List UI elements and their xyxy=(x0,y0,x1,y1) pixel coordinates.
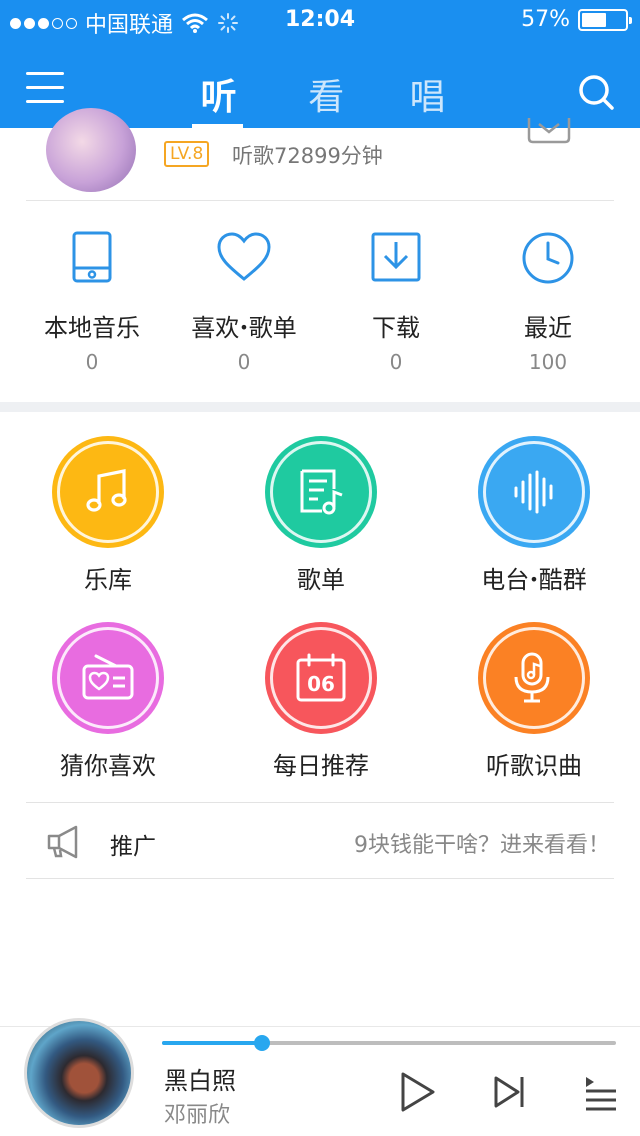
guess-you-like-label: 猜你喜欢 xyxy=(60,752,156,780)
play-icon[interactable] xyxy=(398,1071,438,1113)
megaphone-icon xyxy=(47,825,78,859)
battery-fill xyxy=(582,12,606,27)
tab-watch[interactable]: 看 xyxy=(277,56,375,128)
guess-badge xyxy=(52,622,164,734)
profile-row[interactable]: LV.8 听歌72899分钟 xyxy=(0,108,640,202)
playlist-label: 歌单 xyxy=(297,566,345,594)
local-music-count: 0 xyxy=(85,350,99,374)
playlist-queue-icon[interactable] xyxy=(580,1071,620,1113)
library-badge xyxy=(52,436,164,548)
search-icon[interactable] xyxy=(576,72,616,112)
next-track-icon[interactable] xyxy=(490,1071,530,1113)
heart-icon xyxy=(217,232,271,281)
feature-song-recognition[interactable]: 听歌识曲 xyxy=(426,598,638,784)
clock-icon xyxy=(522,232,574,284)
recognition-badge xyxy=(478,622,590,734)
status-bar: 中国联通 12:04 57% xyxy=(0,0,640,40)
downloads-count: 0 xyxy=(389,350,403,374)
download-icon xyxy=(371,232,421,282)
feature-grid: 乐库 歌单 电台•酷群 猜你喜欢 06 每日推荐 听歌识曲 xyxy=(0,412,640,802)
battery-icon xyxy=(578,8,632,31)
menu-button[interactable] xyxy=(26,72,64,106)
song-recognition-label: 听歌识曲 xyxy=(486,752,582,780)
radio-group-badge xyxy=(478,436,590,548)
daily-badge: 06 xyxy=(265,622,377,734)
feature-daily-picks[interactable]: 06 每日推荐 xyxy=(213,598,425,784)
song-title: 黑白照 xyxy=(164,1067,236,1095)
feature-playlist[interactable]: 歌单 xyxy=(213,412,425,598)
level-badge: LV.8 xyxy=(164,141,210,167)
tab-bar: 听 看 唱 xyxy=(160,56,480,128)
favorites-item[interactable]: 喜欢•歌单 0 xyxy=(168,202,320,402)
tab-sing[interactable]: 唱 xyxy=(375,56,480,128)
mini-player: 黑白照 邓丽欣 xyxy=(0,1018,640,1136)
feature-radio-group[interactable]: 电台•酷群 xyxy=(426,412,638,598)
playlist-badge xyxy=(265,436,377,548)
menu-icon xyxy=(26,72,64,75)
user-avatar[interactable] xyxy=(46,108,136,192)
local-music-label: 本地音乐 xyxy=(44,314,140,342)
section-separator xyxy=(0,402,640,412)
daily-picks-label: 每日推荐 xyxy=(273,752,369,780)
downloads-label: 下载 xyxy=(372,314,420,342)
recent-item[interactable]: 最近 100 xyxy=(472,202,624,402)
radio-group-label: 电台•酷群 xyxy=(481,566,587,594)
progress-bar[interactable] xyxy=(162,1035,616,1051)
listen-time: 听歌72899分钟 xyxy=(232,144,383,168)
quick-access: 本地音乐 0 喜欢•歌单 0 下载 0 最近 100 xyxy=(0,202,640,402)
recent-label: 最近 xyxy=(524,314,572,342)
recent-count: 100 xyxy=(528,350,568,374)
progress-handle[interactable] xyxy=(253,1035,270,1051)
album-cover[interactable] xyxy=(24,1018,134,1128)
local-music-item[interactable]: 本地音乐 0 xyxy=(16,202,168,402)
favorites-count: 0 xyxy=(237,350,251,374)
artist-name: 邓丽欣 xyxy=(164,1103,231,1128)
promo-text: 9块钱能干啥？进来看看！ xyxy=(354,833,610,858)
favorites-label: 喜欢•歌单 xyxy=(191,314,297,342)
phone-icon xyxy=(72,231,112,283)
library-label: 乐库 xyxy=(84,566,132,594)
promo-title: 推广 xyxy=(110,834,156,860)
battery-percent: 57% xyxy=(521,7,570,32)
progress-fill xyxy=(162,1041,262,1045)
profile-divider xyxy=(26,200,614,201)
downloads-item[interactable]: 下载 0 xyxy=(320,202,472,402)
tab-listen[interactable]: 听 xyxy=(160,56,277,128)
feature-library[interactable]: 乐库 xyxy=(0,412,212,598)
message-icon[interactable] xyxy=(527,118,571,144)
promo-row[interactable]: 推广 9块钱能干啥？进来看看！ xyxy=(26,802,614,879)
status-right: 57% xyxy=(521,7,632,32)
feature-guess-you-like[interactable]: 猜你喜欢 xyxy=(0,598,212,784)
